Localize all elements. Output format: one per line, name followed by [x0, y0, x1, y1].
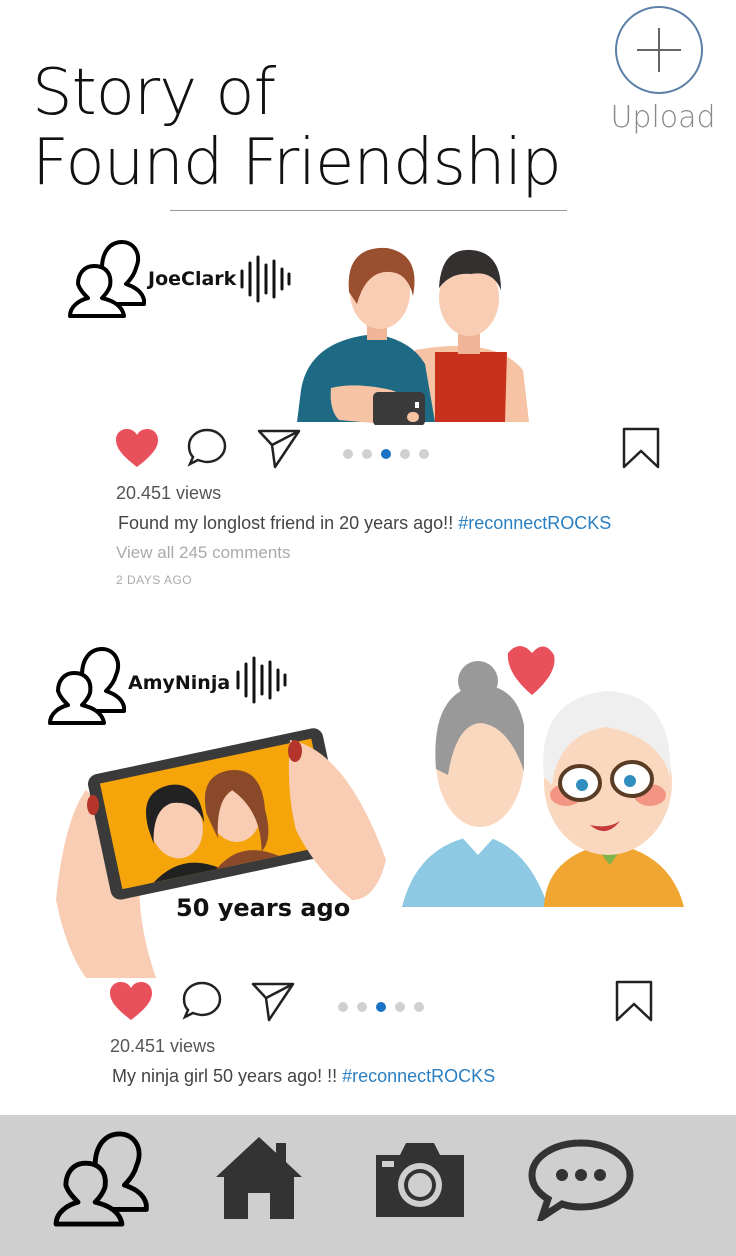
caption-text: Found my longlost friend in 20 years ago…	[118, 513, 454, 533]
share-send-icon[interactable]	[256, 427, 302, 469]
camera-icon[interactable]	[372, 1141, 468, 1219]
bookmark-icon[interactable]	[615, 980, 653, 1022]
post-caption: My ninja girl 50 years ago! !! #reconnec…	[112, 1066, 495, 1087]
title-underline	[170, 210, 567, 211]
caption-text: My ninja girl 50 years ago! !!	[112, 1066, 338, 1086]
carousel-indicator[interactable]	[343, 446, 438, 464]
post-username[interactable]: JoeClark	[148, 268, 236, 290]
bookmark-icon[interactable]	[622, 427, 660, 469]
share-send-icon[interactable]	[250, 980, 296, 1022]
friends-icon[interactable]	[50, 1129, 150, 1229]
home-icon[interactable]	[214, 1135, 304, 1221]
page-title: Story of Found Friendship	[32, 56, 562, 200]
hashtag-link[interactable]: #reconnectROCKS	[342, 1066, 495, 1086]
chat-icon[interactable]	[528, 1139, 634, 1221]
view-comments-link[interactable]: View all 245 comments	[116, 543, 291, 563]
upload-button[interactable]	[615, 6, 703, 94]
audio-wave-icon[interactable]	[234, 656, 288, 704]
view-count: 20.451 views	[116, 483, 222, 503]
plus-icon	[637, 28, 681, 72]
comment-icon[interactable]	[186, 427, 228, 467]
post-caption: Found my longlost friend in 20 years ago…	[118, 513, 611, 534]
upload-label[interactable]: Upload	[608, 100, 718, 135]
image-caption: 50 years ago	[176, 894, 351, 922]
hashtag-link[interactable]: #reconnectROCKS	[458, 513, 611, 533]
user-avatar-icon[interactable]	[66, 238, 146, 320]
bottom-nav-bar	[0, 1115, 736, 1256]
carousel-indicator[interactable]	[338, 999, 433, 1017]
post-username[interactable]: AmyNinja	[128, 672, 230, 694]
grandmothers-image	[402, 646, 684, 907]
audio-wave-icon[interactable]	[238, 255, 292, 303]
like-heart-icon[interactable]	[114, 427, 160, 469]
friends-selfie-image	[297, 247, 529, 425]
post-timestamp: 2 DAYS AGO	[116, 573, 193, 587]
user-avatar-icon[interactable]	[46, 645, 126, 727]
phone-photo-hands-image	[56, 728, 386, 978]
comment-icon[interactable]	[181, 980, 223, 1020]
title-line-2: Found Friendship	[32, 126, 562, 200]
like-heart-icon[interactable]	[108, 980, 154, 1022]
title-line-1: Story of	[32, 56, 276, 130]
view-count: 20.451 views	[110, 1036, 216, 1056]
